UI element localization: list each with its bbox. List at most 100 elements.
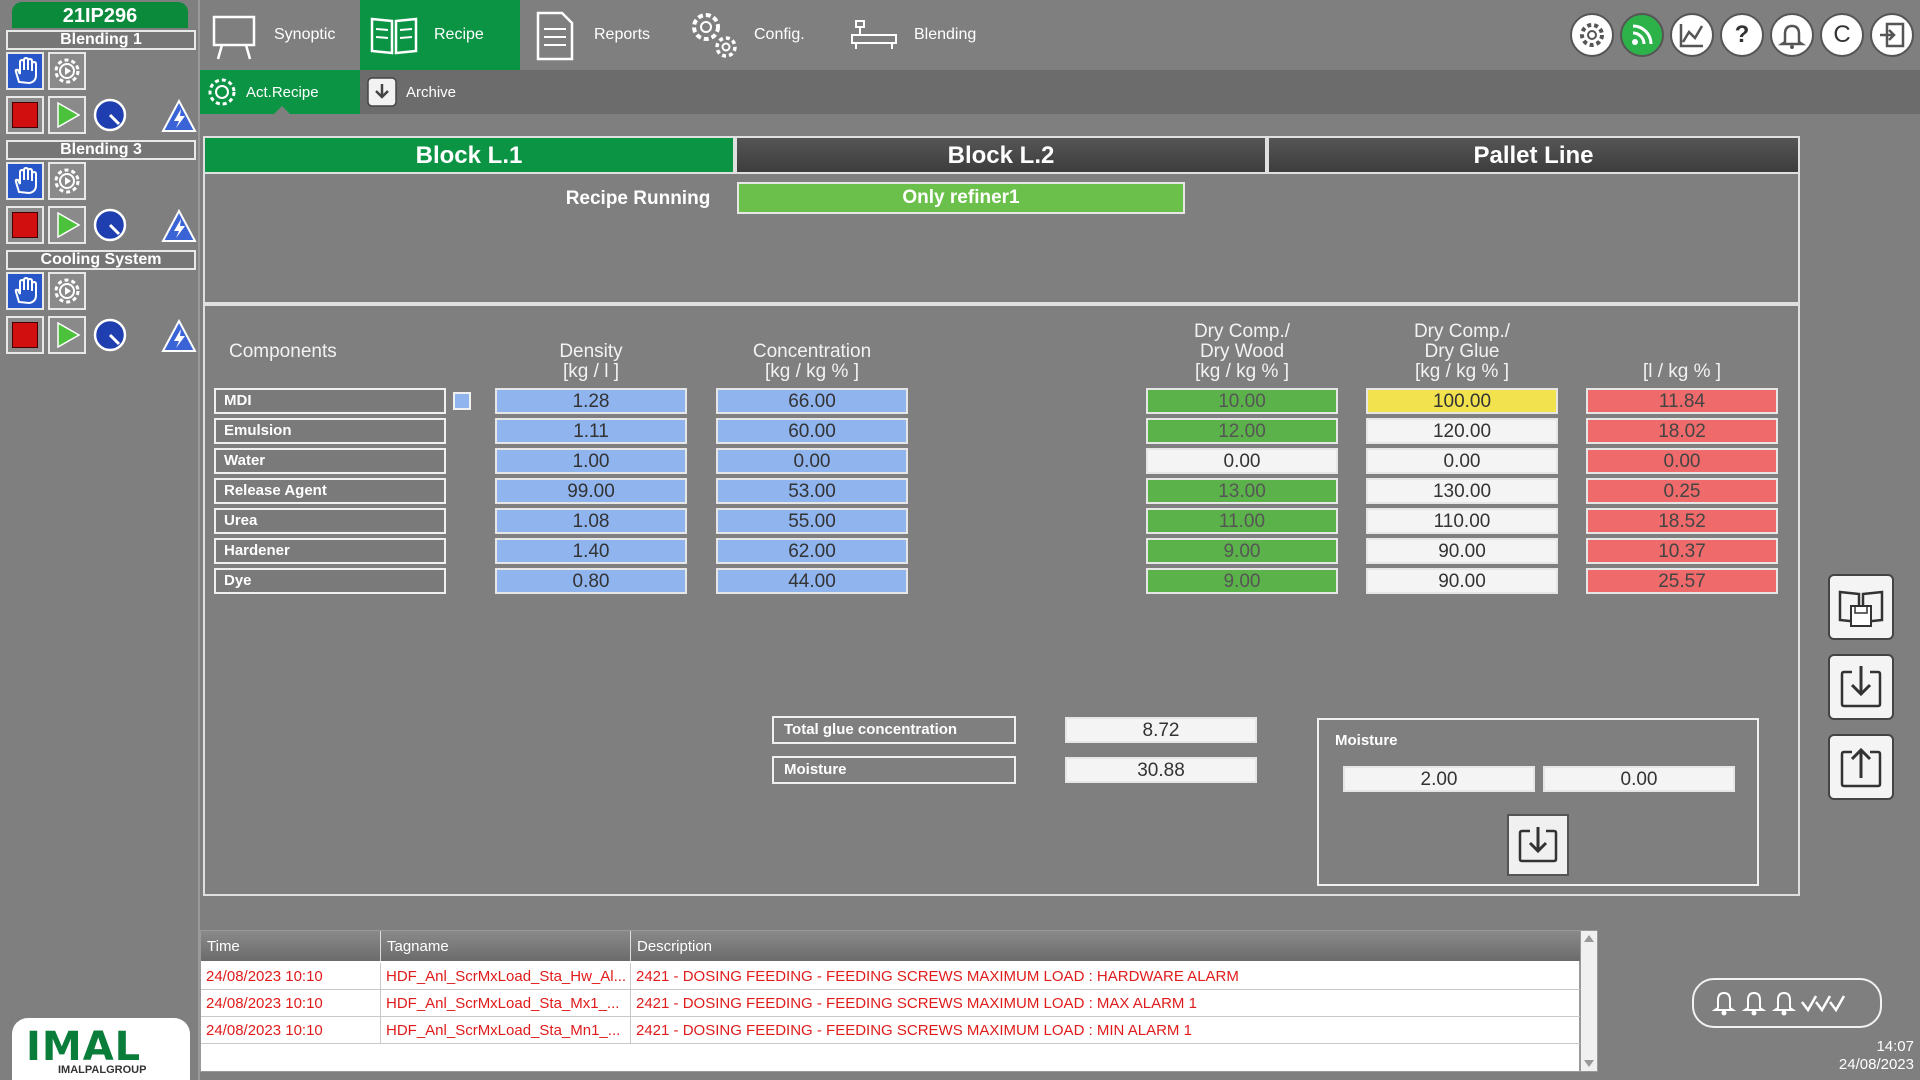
alarm-time: 24/08/2023 10:10 <box>201 1017 381 1044</box>
dry-glue-field[interactable]: 0.00 <box>1366 448 1558 474</box>
clock-time: 14:07 <box>1876 1038 1914 1055</box>
nav-synoptic[interactable]: Synoptic <box>200 0 360 70</box>
acknowledge-alarms-button[interactable] <box>1692 978 1882 1028</box>
density-field[interactable]: 1.00 <box>495 448 687 474</box>
alarm-time: 24/08/2023 10:10 <box>201 990 381 1017</box>
dry-wood-field[interactable]: 12.00 <box>1146 418 1338 444</box>
stop-button[interactable] <box>6 96 44 134</box>
logout-icon[interactable] <box>1870 13 1914 57</box>
save-recipe-button[interactable] <box>1828 574 1894 640</box>
stop-button[interactable] <box>6 206 44 244</box>
dial-gauge-icon[interactable] <box>92 207 128 243</box>
trend-chart-icon[interactable] <box>1670 13 1714 57</box>
alarm-header-tagname[interactable]: Tagname <box>381 931 631 961</box>
alarm-tagname: HDF_Anl_ScrMxLoad_Sta_Mn1_... <box>381 1017 631 1044</box>
dry-wood-field[interactable]: 13.00 <box>1146 478 1338 504</box>
density-field[interactable]: 99.00 <box>495 478 687 504</box>
nav-reports-label: Reports <box>594 26 651 43</box>
alarm-description: 2421 - DOSING FEEDING - FEEDING SCREWS M… <box>631 1017 1581 1044</box>
nav-config-label: Config. <box>754 26 805 43</box>
document-icon <box>536 11 574 61</box>
moisture-download-button[interactable] <box>1507 814 1569 876</box>
connection-signal-icon[interactable] <box>1620 13 1664 57</box>
active-tab-pointer <box>274 106 290 114</box>
electrical-warning-icon <box>160 318 198 354</box>
concentration-field[interactable]: 55.00 <box>716 508 908 534</box>
concentration-field[interactable]: 60.00 <box>716 418 908 444</box>
dry-glue-field[interactable]: 100.00 <box>1366 388 1558 414</box>
alarm-header-time[interactable]: Time <box>201 931 381 961</box>
density-field[interactable]: 1.08 <box>495 508 687 534</box>
auto-mode-gear-icon[interactable] <box>48 272 86 310</box>
alarm-table-scrollbar[interactable] <box>1580 930 1598 1072</box>
dry-wood-field[interactable]: 9.00 <box>1146 568 1338 594</box>
component-name: Release Agent <box>214 478 446 504</box>
nav-blending[interactable]: Blending <box>840 0 1000 70</box>
download-arrow-icon <box>1518 827 1558 863</box>
alarm-bell-icon[interactable] <box>1770 13 1814 57</box>
user-initial: C <box>1833 21 1851 48</box>
dry-wood-field[interactable]: 0.00 <box>1146 448 1338 474</box>
user-avatar[interactable]: C <box>1820 13 1864 57</box>
help-icon[interactable]: ? <box>1720 13 1764 57</box>
density-field[interactable]: 1.11 <box>495 418 687 444</box>
moisture-label: Moisture <box>772 756 1016 784</box>
tab-act-recipe[interactable]: Act.Recipe <box>200 70 360 114</box>
moisture-input-1[interactable]: 2.00 <box>1343 766 1535 792</box>
concentration-field[interactable]: 44.00 <box>716 568 908 594</box>
auto-mode-gear-icon[interactable] <box>48 162 86 200</box>
tab-pallet-line[interactable]: Pallet Line <box>1267 136 1800 174</box>
manual-mode-hand-icon[interactable] <box>6 52 44 90</box>
start-button[interactable] <box>48 316 86 354</box>
moisture-input-2[interactable]: 0.00 <box>1543 766 1735 792</box>
gear-icon <box>208 78 236 106</box>
alarm-row[interactable]: 24/08/2023 10:10 HDF_Anl_ScrMxLoad_Sta_M… <box>201 990 1581 1017</box>
download-recipe-button[interactable] <box>1828 654 1894 720</box>
concentration-field[interactable]: 66.00 <box>716 388 908 414</box>
dry-wood-field[interactable]: 9.00 <box>1146 538 1338 564</box>
density-field[interactable]: 1.28 <box>495 388 687 414</box>
header-dry-wood-line2: Dry Wood <box>1199 341 1285 362</box>
nav-config[interactable]: Config. <box>680 0 840 70</box>
manual-mode-hand-icon[interactable] <box>6 162 44 200</box>
alarm-description: 2421 - DOSING FEEDING - FEEDING SCREWS M… <box>631 990 1581 1017</box>
alarm-header-description[interactable]: Description <box>631 931 1581 961</box>
manual-mode-hand-icon[interactable] <box>6 272 44 310</box>
dry-glue-field[interactable]: 130.00 <box>1366 478 1558 504</box>
start-button[interactable] <box>48 206 86 244</box>
alarm-row[interactable]: 24/08/2023 10:10 HDF_Anl_ScrMxLoad_Sta_H… <box>201 963 1581 990</box>
dial-gauge-icon[interactable] <box>92 97 128 133</box>
logo-subtitle: IMALPALGROUP <box>58 1064 147 1076</box>
dry-glue-field[interactable]: 90.00 <box>1366 538 1558 564</box>
recipe-subnavigation: Act.Recipe Archive <box>200 70 1920 114</box>
settings-gear-icon[interactable] <box>1570 13 1614 57</box>
start-button[interactable] <box>48 96 86 134</box>
tab-block-l1[interactable]: Block L.1 <box>203 136 735 174</box>
scroll-up-arrow-icon[interactable] <box>1584 935 1594 942</box>
mdi-selected-marker[interactable] <box>453 392 471 410</box>
tab-archive[interactable]: Archive <box>360 70 520 114</box>
l-kg-value: 0.00 <box>1586 448 1778 474</box>
alarm-row[interactable]: 24/08/2023 10:10 HDF_Anl_ScrMxLoad_Sta_M… <box>201 1017 1581 1044</box>
stop-button[interactable] <box>6 316 44 354</box>
concentration-field[interactable]: 62.00 <box>716 538 908 564</box>
dry-wood-field[interactable]: 10.00 <box>1146 388 1338 414</box>
auto-mode-gear-icon[interactable] <box>48 52 86 90</box>
tab-block-l2[interactable]: Block L.2 <box>735 136 1267 174</box>
dry-glue-field[interactable]: 110.00 <box>1366 508 1558 534</box>
nav-recipe-label: Recipe <box>434 26 484 43</box>
dry-wood-field[interactable]: 11.00 <box>1146 508 1338 534</box>
density-field[interactable]: 0.80 <box>495 568 687 594</box>
concentration-field[interactable]: 53.00 <box>716 478 908 504</box>
upload-recipe-button[interactable] <box>1828 734 1894 800</box>
dry-glue-field[interactable]: 120.00 <box>1366 418 1558 444</box>
concentration-field[interactable]: 0.00 <box>716 448 908 474</box>
header-dry-glue-line1: Dry Comp./ <box>1413 321 1511 342</box>
scroll-down-arrow-icon[interactable] <box>1584 1060 1594 1067</box>
dry-glue-field[interactable]: 90.00 <box>1366 568 1558 594</box>
nav-reports[interactable]: Reports <box>520 0 680 70</box>
density-field[interactable]: 1.40 <box>495 538 687 564</box>
nav-recipe[interactable]: Recipe <box>360 0 520 70</box>
download-arrow-icon <box>1840 666 1882 708</box>
dial-gauge-icon[interactable] <box>92 317 128 353</box>
